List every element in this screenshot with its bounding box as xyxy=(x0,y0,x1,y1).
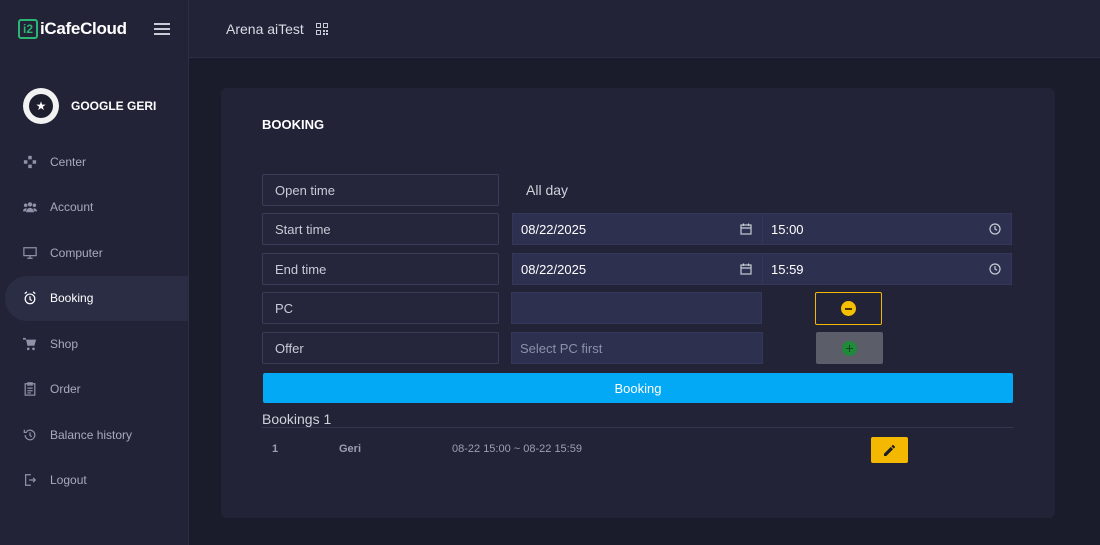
pc-label: PC xyxy=(262,292,499,324)
sidebar-item-label: Center xyxy=(50,154,87,169)
sidebar-item-label: Computer xyxy=(50,245,103,260)
page-title: BOOKING xyxy=(262,117,325,132)
clock-icon[interactable] xyxy=(989,223,1001,235)
sidebar-item-order[interactable]: Order xyxy=(0,367,188,413)
table-row: 1 Geri 08-22 15:00 ~ 08-22 15:59 xyxy=(262,433,1014,465)
plus-circle-icon xyxy=(842,340,857,356)
sidebar-item-label: Logout xyxy=(50,473,87,488)
logo-text: iCafeCloud xyxy=(40,19,127,38)
logo-mark-icon: i2 xyxy=(18,19,38,39)
logout-icon xyxy=(22,472,38,488)
medal-star-icon: ★ xyxy=(29,94,53,118)
offer-row: Offer Select PC first xyxy=(262,332,1042,364)
sidebar-item-label: Order xyxy=(50,382,81,397)
sidebar-nav: Center Account Computer Booking Shop Ord… xyxy=(0,139,188,503)
minus-circle-icon xyxy=(841,301,856,316)
end-time-row: End time 08/22/2025 15:59 xyxy=(262,253,1042,285)
start-date-input[interactable]: 08/22/2025 xyxy=(512,213,763,245)
add-offer-button[interactable] xyxy=(816,332,883,364)
profile-name: GOOGLE GERI xyxy=(71,99,157,113)
logo[interactable]: i2 iCafeCloud xyxy=(18,19,127,39)
sidebar-item-account[interactable]: Account xyxy=(0,185,188,231)
history-icon xyxy=(22,427,38,443)
gamepad-icon xyxy=(22,154,38,170)
offer-label: Offer xyxy=(262,332,499,364)
sidebar-item-shop[interactable]: Shop xyxy=(0,321,188,367)
calendar-icon[interactable] xyxy=(740,263,752,275)
pc-select[interactable] xyxy=(511,292,762,324)
offer-select[interactable]: Select PC first xyxy=(511,332,763,364)
edit-booking-button[interactable] xyxy=(871,437,908,463)
sidebar-item-label: Booking xyxy=(50,291,94,306)
booking-card: BOOKING Open time All day Start time 08/… xyxy=(221,88,1055,518)
calendar-icon[interactable] xyxy=(740,223,752,235)
start-time-input[interactable]: 15:00 xyxy=(762,213,1012,245)
avatar: ★ xyxy=(23,88,59,124)
booking-range: 08-22 15:00 ~ 08-22 15:59 xyxy=(452,443,582,455)
center-name: Arena aiTest xyxy=(226,20,304,37)
end-time-input[interactable]: 15:59 xyxy=(762,253,1012,285)
sidebar: i2 iCafeCloud ★ GOOGLE GERI Center Accou… xyxy=(0,0,189,545)
sidebar-item-label: Balance history xyxy=(50,427,133,442)
open-time-label: Open time xyxy=(262,174,499,206)
users-icon xyxy=(22,199,38,215)
start-time-value: 15:00 xyxy=(771,221,804,237)
sidebar-item-booking[interactable]: Booking xyxy=(5,275,188,321)
start-date-value: 08/22/2025 xyxy=(521,221,587,237)
remove-pc-button[interactable] xyxy=(815,292,882,325)
end-date-value: 08/22/2025 xyxy=(521,261,587,277)
clock-icon[interactable] xyxy=(989,263,1001,275)
sidebar-item-label: Shop xyxy=(50,336,79,351)
open-time-row: Open time All day xyxy=(262,174,1042,206)
cart-icon xyxy=(22,336,38,352)
end-date-input[interactable]: 08/22/2025 xyxy=(512,253,763,285)
sidebar-item-logout[interactable]: Logout xyxy=(0,458,188,504)
bookings-heading: Bookings 1 xyxy=(262,411,332,427)
booking-submit-button[interactable]: Booking xyxy=(263,373,1013,403)
booking-index: 1 xyxy=(272,443,279,455)
divider xyxy=(262,427,1014,428)
start-time-row: Start time 08/22/2025 15:00 xyxy=(262,213,1042,245)
pencil-icon xyxy=(884,444,895,456)
monitor-icon xyxy=(22,245,38,261)
sidebar-item-balance-history[interactable]: Balance history xyxy=(0,412,188,458)
user-profile[interactable]: ★ GOOGLE GERI xyxy=(0,58,188,134)
hamburger-menu-icon[interactable] xyxy=(154,23,170,35)
clipboard-icon xyxy=(22,381,38,397)
end-time-value: 15:59 xyxy=(771,261,804,277)
sidebar-item-computer[interactable]: Computer xyxy=(0,230,188,276)
booking-name: Geri xyxy=(339,443,362,455)
open-time-value: All day xyxy=(526,182,569,198)
offer-placeholder: Select PC first xyxy=(520,340,603,356)
sidebar-item-center[interactable]: Center xyxy=(0,139,188,185)
logo-bar: i2 iCafeCloud xyxy=(0,0,188,58)
start-time-label: Start time xyxy=(262,213,499,245)
top-header: Arena aiTest xyxy=(189,0,1100,58)
qr-code-icon[interactable] xyxy=(315,22,328,35)
sidebar-item-label: Account xyxy=(50,200,94,215)
end-time-label: End time xyxy=(262,253,499,285)
pc-row: PC xyxy=(262,292,1042,325)
alarm-clock-icon xyxy=(22,290,38,306)
